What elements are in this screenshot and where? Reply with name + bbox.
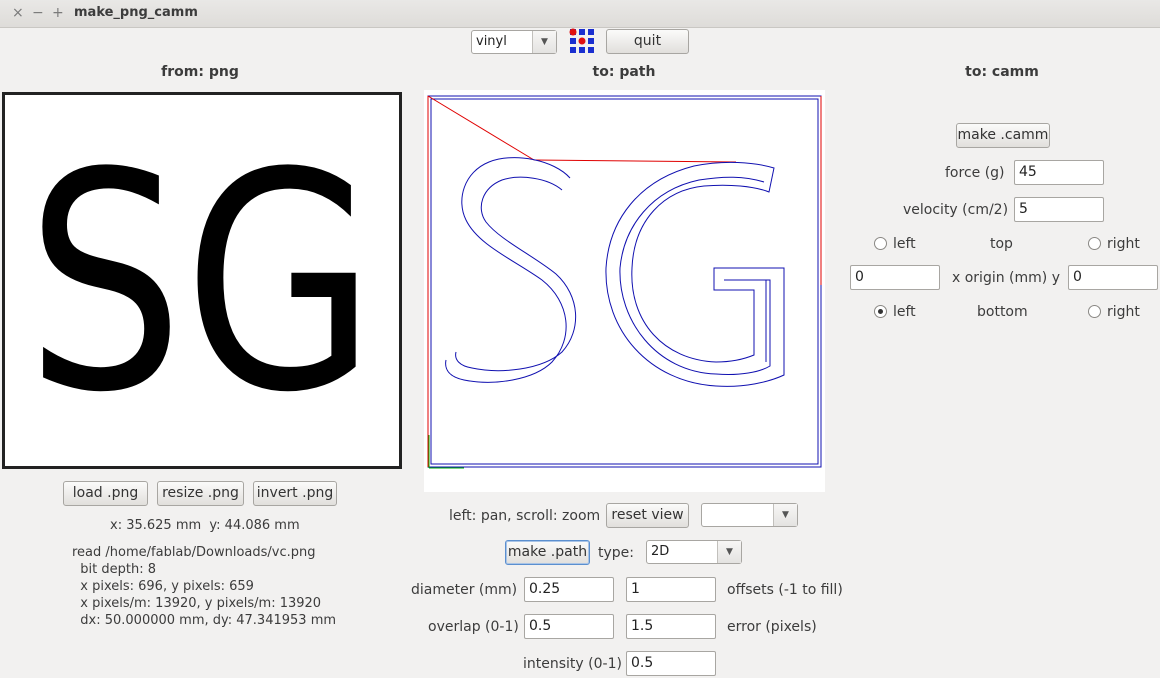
make-path-button[interactable]: make .path — [505, 540, 590, 565]
title-bar: × − + make_png_camm — [0, 0, 1160, 28]
error-field[interactable]: 1.5 — [626, 614, 716, 639]
path-outline-s-inner — [455, 176, 576, 372]
png-image: SG — [26, 109, 376, 458]
chevron-down-icon: ▼ — [717, 541, 741, 563]
path-border-outer — [427, 95, 822, 468]
path-border-inner — [430, 98, 819, 465]
grid-logo-icon — [569, 28, 594, 53]
move-line — [427, 95, 535, 161]
move-line — [533, 159, 737, 163]
invert-png-button[interactable]: invert .png — [253, 481, 337, 506]
top-label: top — [990, 236, 1013, 252]
intensity-label: intensity (0-1) — [523, 656, 622, 672]
top-right-label: right — [1107, 236, 1140, 252]
minimize-icon[interactable]: − — [32, 4, 44, 22]
offsets-field[interactable]: 1 — [626, 577, 716, 602]
png-preview[interactable]: SG — [2, 92, 402, 469]
png-info-line-0: read /home/fablab/Downloads/vc.png — [72, 545, 316, 560]
load-png-button[interactable]: load .png — [63, 481, 148, 506]
window-title: make_png_camm — [74, 5, 198, 20]
png-info-line-2: x pixels: 696, y pixels: 659 — [72, 579, 254, 594]
view-hint: left: pan, scroll: zoom — [449, 508, 601, 524]
machine-select-value: vinyl — [476, 34, 507, 49]
type-select-value: 2D — [651, 544, 670, 559]
origin-bottom-left-radio[interactable] — [874, 305, 887, 318]
velocity-label: velocity (cm/2) — [903, 202, 1009, 218]
view-select[interactable]: ▼ — [701, 503, 798, 527]
path-outline-g-outer — [605, 161, 785, 387]
type-label: type: — [598, 545, 634, 561]
origin-top-right-radio[interactable] — [1088, 237, 1101, 250]
reset-view-button[interactable]: reset view — [606, 503, 689, 528]
bottom-label: bottom — [977, 304, 1028, 320]
camm-heading: to: camm — [965, 64, 1039, 80]
quit-button[interactable]: quit — [606, 29, 689, 54]
png-info-line-4: dx: 50.000000 mm, dy: 47.341953 mm — [72, 613, 337, 628]
path-view[interactable] — [424, 90, 825, 492]
close-icon[interactable]: × — [12, 4, 24, 22]
png-heading: from: png — [161, 64, 239, 80]
top-left-label: left — [893, 236, 916, 252]
overlap-label: overlap (0-1) — [428, 619, 519, 635]
png-image-text: SG — [26, 109, 376, 458]
origin-x-field[interactable]: 0 — [850, 265, 940, 290]
diameter-field[interactable]: 0.25 — [524, 577, 614, 602]
path-canvas — [427, 95, 822, 469]
png-info-line-3: x pixels/m: 13920, y pixels/m: 13920 — [72, 596, 322, 611]
diameter-label: diameter (mm) — [411, 582, 518, 598]
chevron-down-icon: ▼ — [532, 31, 556, 53]
machine-select[interactable]: vinyl ▼ — [471, 30, 557, 54]
png-info-line-1: bit depth: 8 — [72, 562, 156, 577]
path-heading: to: path — [592, 64, 656, 80]
intensity-field[interactable]: 0.5 — [626, 651, 716, 676]
bottom-left-label: left — [893, 304, 916, 320]
cursor-coords: x: 35.625 mm y: 44.086 mm — [110, 518, 300, 533]
type-select[interactable]: 2D ▼ — [646, 540, 742, 564]
make-camm-button[interactable]: make .camm — [956, 123, 1050, 148]
error-label: error (pixels) — [727, 619, 817, 635]
resize-png-button[interactable]: resize .png — [157, 481, 244, 506]
bottom-right-label: right — [1107, 304, 1140, 320]
chevron-down-icon: ▼ — [773, 504, 797, 526]
maximize-icon[interactable]: + — [52, 4, 64, 22]
origin-top-left-radio[interactable] — [874, 237, 887, 250]
velocity-field[interactable]: 5 — [1014, 197, 1104, 222]
origin-label: x origin (mm) y — [952, 270, 1060, 286]
origin-y-field[interactable]: 0 — [1068, 265, 1158, 290]
offsets-label: offsets (-1 to fill) — [727, 582, 843, 598]
overlap-field[interactable]: 0.5 — [524, 614, 614, 639]
force-field[interactable]: 45 — [1014, 160, 1104, 185]
force-label: force (g) — [945, 165, 1005, 181]
path-outline-g-inner — [619, 176, 771, 375]
origin-bottom-right-radio[interactable] — [1088, 305, 1101, 318]
